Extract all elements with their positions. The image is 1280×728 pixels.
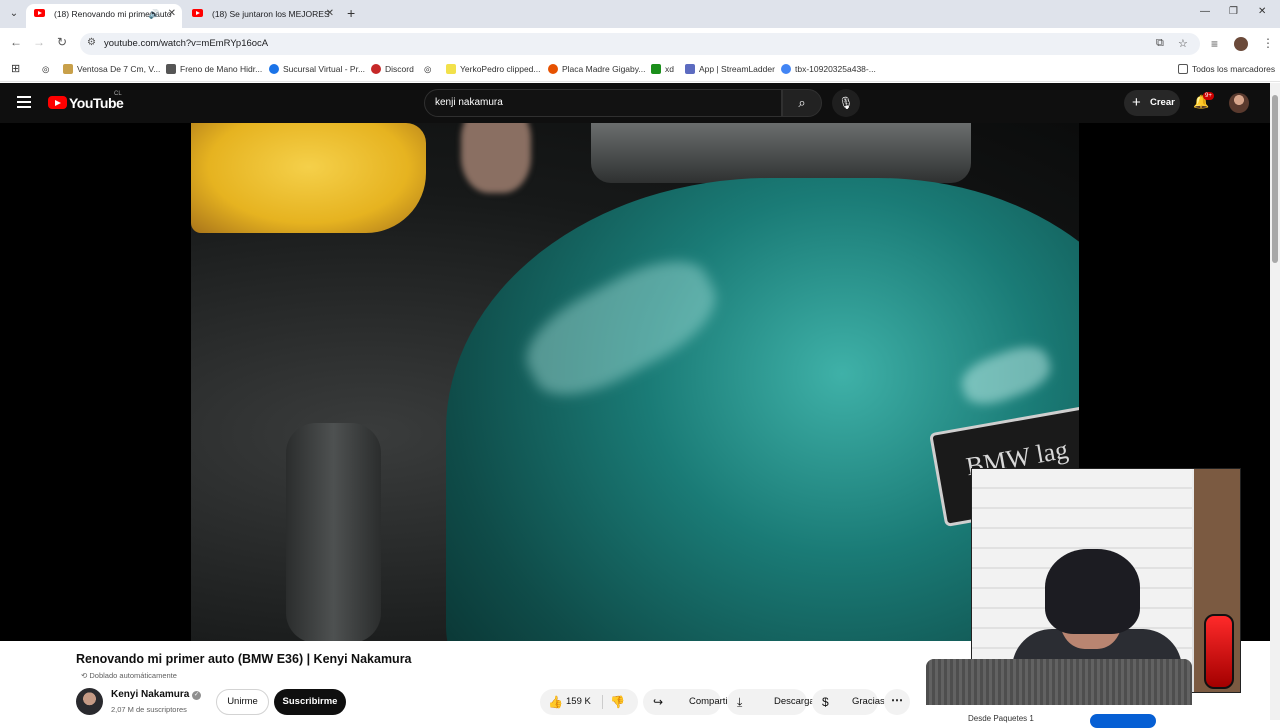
- share-button[interactable]: ↪ Compartir: [643, 689, 731, 715]
- forward-icon[interactable]: →: [33, 35, 45, 49]
- bookmark-favicon-icon: [371, 64, 381, 74]
- bookmark-favicon-icon: [781, 64, 791, 74]
- download-button[interactable]: ⤓ Descargar: [727, 689, 818, 715]
- bookmark-item[interactable]: Discord: [371, 64, 414, 74]
- close-window-icon[interactable]: ✕: [1258, 6, 1266, 17]
- channel-avatar[interactable]: [76, 688, 103, 715]
- tab-se-juntaron[interactable]: (18) Se juntaron los MEJORES ✕: [184, 4, 340, 28]
- close-tab-icon[interactable]: ✕: [326, 4, 334, 24]
- microphone-icon: 🎙: [838, 96, 854, 110]
- like-dislike-group: 👍 159 K 👎: [540, 689, 638, 715]
- bookmark-favicon-icon: [685, 64, 695, 74]
- bookmark-favicon-icon: [63, 64, 73, 74]
- region-code: CL: [114, 91, 122, 97]
- bookmark-favicon-icon: [166, 64, 176, 74]
- all-bookmarks-folder[interactable]: Todos los marcadores: [1178, 64, 1275, 74]
- subscriber-count: 2,07 M de suscriptores: [111, 705, 187, 714]
- scrollbar-thumb[interactable]: [1272, 95, 1278, 263]
- search-icon: ⌕: [798, 95, 806, 110]
- bookmark-item[interactable]: Placa Madre Gigaby...: [548, 64, 645, 74]
- new-tab-button[interactable]: +: [347, 5, 355, 21]
- video-player[interactable]: BMW lag: [191, 123, 1079, 641]
- channel-name[interactable]: Kenyi Nakamura: [111, 689, 189, 700]
- speaker-icon[interactable]: 🔊: [149, 4, 160, 24]
- download-icon: ⤓: [737, 695, 743, 709]
- bookmark-favicon-icon: [548, 64, 558, 74]
- person-hair: [1045, 549, 1140, 634]
- bookmark-item[interactable]: Sucursal Virtual - Pr...: [269, 64, 365, 74]
- globe-icon[interactable]: ◎: [424, 64, 431, 75]
- install-app-icon[interactable]: ⧉: [1156, 37, 1164, 50]
- voice-search-button[interactable]: 🎙: [832, 89, 860, 117]
- profile-avatar[interactable]: [1234, 37, 1248, 51]
- bookmark-favicon-icon: [651, 64, 661, 74]
- bookmark-item[interactable]: tbx-10920325a438-...: [781, 64, 876, 74]
- bookmark-item[interactable]: App | StreamLadder: [685, 64, 775, 74]
- tab-renovando[interactable]: (18) Renovando mi primer auto 🔊 ✕: [26, 4, 182, 28]
- youtube-play-icon: [48, 96, 67, 109]
- address-bar[interactable]: ⚙ youtube.com/watch?v=mEmRYp16ocA ⧉ ☆: [80, 33, 1200, 55]
- ad-text: Desde Paquetes 1: [968, 714, 1034, 723]
- url-text[interactable]: youtube.com/watch?v=mEmRYp16ocA: [104, 38, 268, 49]
- youtube-masthead: YouTube CL kenji nakamura ⌕ 🎙 + Crear 🔔 …: [0, 83, 1280, 123]
- bookmarks-bar: ⊞ ◎ Ventosa De 7 Cm, V... Freno de Mano …: [0, 58, 1280, 82]
- tab-search-icon[interactable]: ⌄: [6, 6, 22, 22]
- share-icon: ↪: [653, 695, 664, 709]
- dub-badge: ⟲ Doblado automáticamente: [81, 671, 177, 680]
- browser-tab-strip: ⌄ (18) Renovando mi primer auto 🔊 ✕ (18)…: [0, 0, 1280, 28]
- more-actions-icon[interactable]: ⋯: [884, 689, 910, 715]
- bookmark-star-icon[interactable]: ☆: [1178, 37, 1188, 50]
- back-icon[interactable]: ←: [10, 35, 22, 49]
- site-info-icon[interactable]: ⚙: [87, 37, 96, 48]
- join-button[interactable]: Unirme: [216, 689, 269, 715]
- like-count[interactable]: 159 K: [566, 696, 591, 707]
- folder-icon: [1178, 64, 1188, 74]
- globe-icon[interactable]: ◎: [42, 64, 49, 75]
- plus-icon: +: [1132, 94, 1141, 111]
- bookmark-favicon-icon: [446, 64, 456, 74]
- divider: [602, 695, 603, 709]
- tab-label: (18) Se juntaron los MEJORES: [212, 9, 330, 19]
- close-tab-icon[interactable]: ✕: [168, 4, 176, 24]
- bookmark-item[interactable]: Freno de Mano Hidr...: [166, 64, 262, 74]
- thanks-icon: $: [822, 695, 829, 709]
- youtube-favicon-icon: [192, 9, 203, 17]
- restore-icon[interactable]: ❐: [1229, 6, 1238, 17]
- browser-menu-icon[interactable]: ⋮: [1262, 36, 1274, 50]
- apps-grid-icon[interactable]: ⊞: [11, 62, 20, 75]
- search-input[interactable]: kenji nakamura: [424, 89, 782, 117]
- bookmark-favicon-icon: [269, 64, 279, 74]
- verified-icon: ✓: [192, 691, 201, 700]
- subscribe-button[interactable]: Suscribirme: [274, 689, 346, 715]
- media-control-icon[interactable]: ≡: [1211, 37, 1218, 51]
- minimize-icon[interactable]: —: [1200, 6, 1210, 17]
- hand: [461, 123, 531, 193]
- ad-cta-button[interactable]: [1090, 714, 1156, 728]
- thanks-button[interactable]: $ Gracias: [812, 689, 885, 715]
- like-icon[interactable]: 👍: [548, 689, 563, 715]
- menu-icon[interactable]: [17, 96, 31, 108]
- notification-badge: 9+: [1203, 92, 1214, 100]
- account-avatar[interactable]: [1229, 93, 1249, 113]
- search-button[interactable]: ⌕: [782, 89, 822, 117]
- hose: [286, 423, 381, 641]
- create-button[interactable]: + Crear: [1124, 90, 1180, 116]
- bookmark-item[interactable]: Ventosa De 7 Cm, V...: [63, 64, 160, 74]
- dislike-icon[interactable]: 👎: [610, 689, 625, 715]
- bookmark-item[interactable]: xd: [651, 64, 674, 74]
- bookmark-item[interactable]: YerkoPedro clipped...: [446, 64, 541, 74]
- video-title: Renovando mi primer auto (BMW E36) | Ken…: [76, 652, 412, 666]
- youtube-favicon-icon: [34, 9, 45, 17]
- red-microphone: [1204, 614, 1234, 689]
- reload-icon[interactable]: ↻: [57, 35, 67, 49]
- yellow-container: [191, 123, 426, 233]
- strut-mount: [591, 123, 971, 183]
